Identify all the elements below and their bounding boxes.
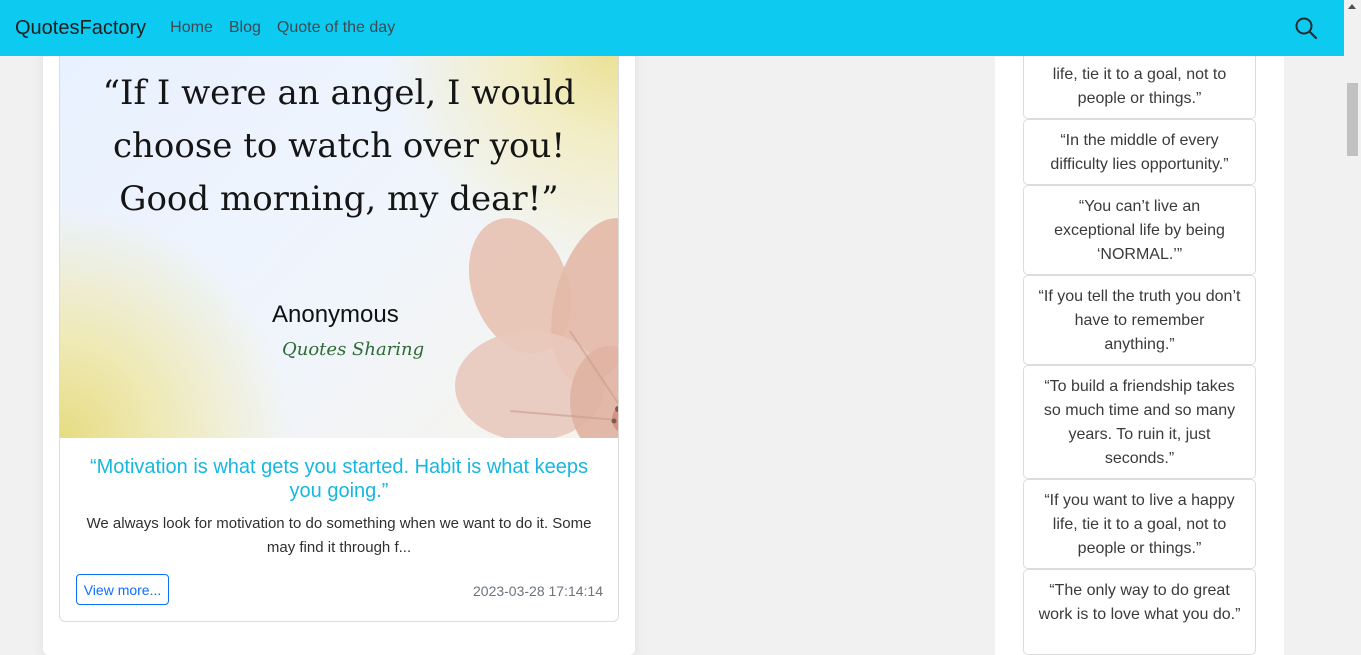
sidebar-quote-card[interactable]: “To build a friendship takes so much tim… [1023,365,1256,479]
sidebar-quote-text: “If you tell the truth you don’t have to… [1038,288,1241,353]
sidebar-quote-text: “To build a friendship takes so much tim… [1043,378,1236,467]
sidebar-quote-card[interactable]: “The only way to do great work is to lov… [1023,569,1256,655]
page-scrollbar[interactable] [1344,0,1361,655]
post-excerpt: We always look for motivation to do some… [86,515,592,556]
search-icon[interactable] [1294,16,1318,40]
brand-logo-link[interactable]: QuotesFactory [15,17,146,40]
flower-illustration [455,218,618,438]
image-quote-text: “If I were an angel, I would choose to w… [102,73,576,219]
sidebar-quote-card[interactable]: “If you want to live a happy life, tie i… [1023,479,1256,569]
quotes-sharing-logo: Quotes Sharing [282,339,425,360]
post-card: “If I were an angel, I would choose to w… [59,40,619,622]
image-author: Anonymous [272,301,399,328]
top-navbar: QuotesFactory Home Blog Quote of the day [0,0,1344,56]
sidebar-quote-card[interactable]: “If you tell the truth you don’t have to… [1023,275,1256,365]
nav-link-quote-of-the-day[interactable]: Quote of the day [277,19,395,37]
sidebar-quote-text: life, tie it to a goal, not to people or… [1052,66,1227,107]
sidebar-quote-text: “You can’t live an exceptional life by b… [1054,198,1225,263]
sidebar-quote-card[interactable]: “You can’t live an exceptional life by b… [1023,185,1256,275]
sidebar-quote-text: “If you want to live a happy life, tie i… [1044,492,1235,557]
sidebar-quote-text: “The only way to do great work is to lov… [1038,582,1241,623]
sidebar-quote-card[interactable]: “In the middle of every difficulty lies … [1023,119,1256,185]
post-title-link[interactable]: “Motivation is what gets you started. Ha… [76,455,602,503]
post-image[interactable]: “If I were an angel, I would choose to w… [60,41,618,438]
view-more-button[interactable]: View more... [76,574,169,605]
post-date: 2023-03-28 17:14:14 [473,583,603,599]
sidebar-quote-text: “In the middle of every difficulty lies … [1050,132,1229,173]
nav-link-blog[interactable]: Blog [229,19,261,37]
scrollbar-thumb[interactable] [1347,83,1358,156]
nav-link-home[interactable]: Home [170,19,213,37]
scroll-up-arrow-icon[interactable] [1348,4,1356,9]
